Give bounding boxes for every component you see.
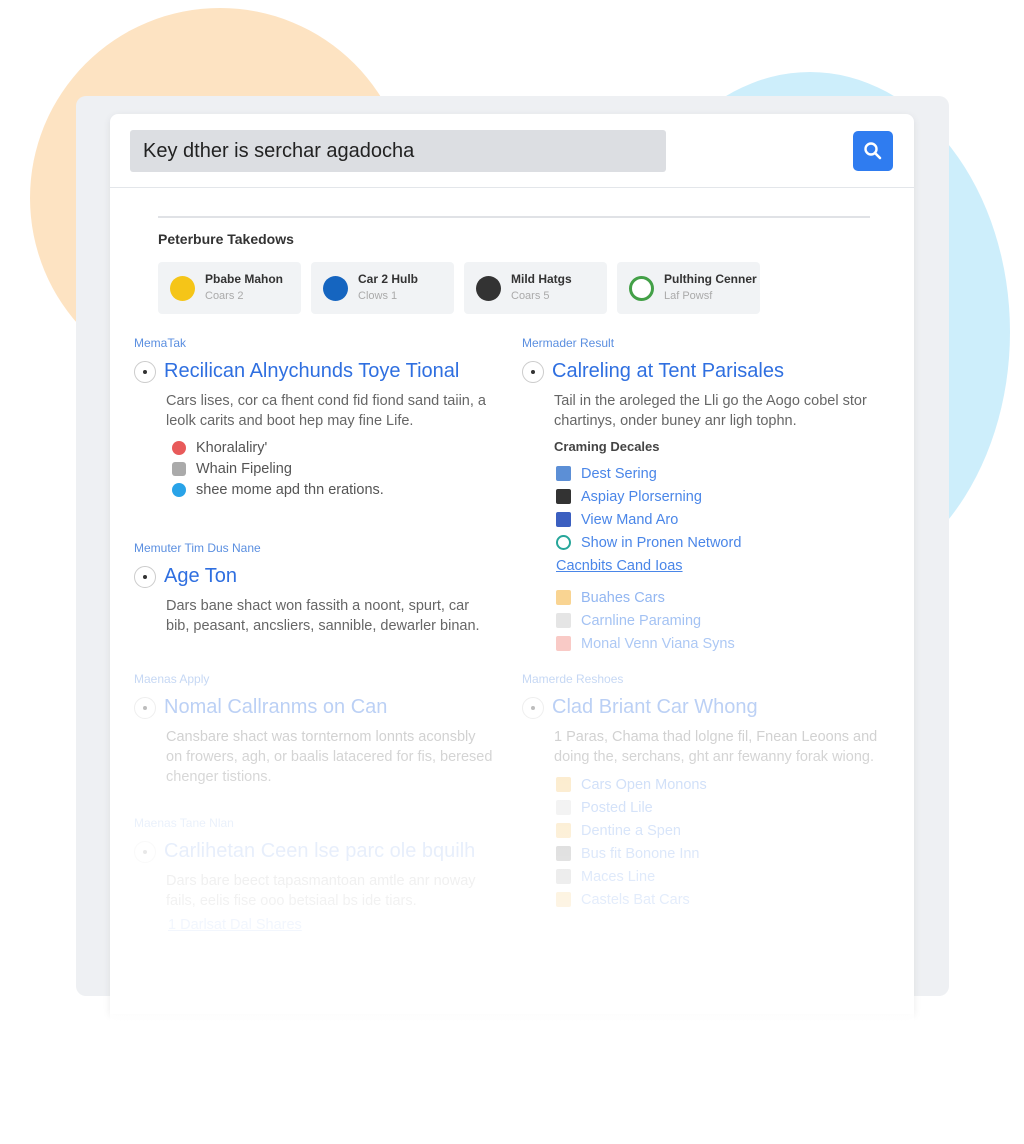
search-button[interactable] <box>853 131 893 171</box>
sublink[interactable]: Maces Line <box>522 865 902 888</box>
result-right-2: Mamerde Reshoes Clad Briant Car Whong 1 … <box>522 672 902 911</box>
category-cards: Pbabe Mahon Coars 2 Car 2 Hulb Clows 1 Mil… <box>158 262 760 314</box>
sublink[interactable]: Dentine a Spen <box>522 819 902 842</box>
sublink[interactable]: Monal Venn Viana Syns <box>522 632 902 655</box>
sublink[interactable]: Dest Sering <box>522 462 902 485</box>
list-item: Whain Fipeling <box>196 460 292 477</box>
card-subtitle: Laf Powsf <box>664 290 713 302</box>
result-title-link[interactable]: Clad Briant Car Whong <box>552 696 758 719</box>
sublink[interactable]: Castels Bat Cars <box>522 888 902 911</box>
result-description: Cansbare shact was tornternom lonnts aco… <box>166 729 493 785</box>
folder-icon <box>556 777 571 792</box>
result-description: Tail in the aroleged the Lli go the Aogo… <box>554 393 867 429</box>
folder-icon <box>556 590 571 605</box>
result-title-link[interactable]: Carlihetan Ceen lse parc ole bquilh <box>164 840 475 863</box>
search-bar-area <box>110 114 914 188</box>
card-subtitle: Clows 1 <box>358 290 398 302</box>
result-label: Mermader Result <box>522 336 615 350</box>
bullet-icon <box>522 696 544 719</box>
result-left-4: Maenas Tane Nlan Carlihetan Ceen lse par… <box>134 816 494 945</box>
subheading: Craming Decales <box>554 439 660 454</box>
card-title: Mild Hatgs <box>511 272 572 286</box>
bullet-icon <box>522 360 544 383</box>
category-card[interactable]: Pbabe Mahon Coars 2 <box>158 262 301 314</box>
checkbox-icon <box>172 461 186 476</box>
result-label: Mamerde Reshoes <box>522 672 624 686</box>
file-icon <box>556 613 571 628</box>
result-label: MemaTak <box>134 336 187 350</box>
category-card[interactable]: Mild Hatgs Coars 5 <box>464 262 607 314</box>
sublink[interactable]: Bus fit Bonone Inn <box>522 842 902 865</box>
folder-icon <box>556 892 571 907</box>
bullet-icon <box>134 696 156 719</box>
card-title: Car 2 Hulb <box>358 272 419 286</box>
sublink[interactable]: Aspiay Plorserning <box>522 485 902 508</box>
list-item: Khoralaliry' <box>196 439 268 456</box>
card-subtitle: Coars 2 <box>205 290 244 302</box>
list-item: shee mome apd thn erations. <box>196 481 384 498</box>
sublink[interactable]: Buahes Cars <box>522 586 902 609</box>
tag-icon <box>556 636 571 651</box>
sublink[interactable]: Posted Lile <box>522 796 902 819</box>
app-icon <box>556 846 571 861</box>
divider <box>158 216 870 218</box>
sublink[interactable]: Carnline Paraming <box>522 609 902 632</box>
folder-icon <box>556 823 571 838</box>
card-subtitle: Coars 5 <box>511 290 550 302</box>
result-title-link[interactable]: Age Ton <box>164 565 237 588</box>
category-icon <box>323 275 348 301</box>
card-title: Pbabe Mahon <box>205 272 284 286</box>
file-icon <box>556 869 571 884</box>
result-label: Maenas Tane Nlan <box>134 816 234 830</box>
file-icon <box>556 800 571 815</box>
result-left-2: Memuter Tim Dus Nane Age Ton Dars bane s… <box>134 541 494 642</box>
result-description: Cars lises, cor ca fhent cond fid fiond … <box>166 393 486 429</box>
image-icon <box>556 466 571 481</box>
section-title: Peterbure Takedows <box>158 231 294 247</box>
result-description: 1 Paras, Chama thad lolgne fil, Fnean Le… <box>554 729 878 765</box>
app-icon <box>556 489 571 504</box>
more-link[interactable]: 1 Darlsat Dal Shares <box>134 917 494 933</box>
sublink[interactable]: Show in Pronen Netword <box>522 531 902 554</box>
view-icon <box>556 512 571 527</box>
result-left-3: Maenas Apply Nomal Callranms on Can Cans… <box>134 672 494 793</box>
result-description: Dars bare beect tapasmantoan amtle anr n… <box>166 873 476 909</box>
category-card[interactable]: Car 2 Hulb Clows 1 <box>311 262 454 314</box>
more-link[interactable]: Cacnbits Cand Ioas <box>522 558 902 574</box>
result-title-link[interactable]: Nomal Callranms on Can <box>164 696 387 719</box>
category-card[interactable]: Pulthing Cenner Laf Powsf <box>617 262 760 314</box>
result-description: Dars bane shact won fassith a noont, spu… <box>166 598 480 634</box>
search-icon <box>864 142 882 160</box>
result-title-link[interactable]: Calreling at Tent Parisales <box>552 360 784 383</box>
category-icon <box>476 275 501 301</box>
sublink[interactable]: View Mand Aro <box>522 508 902 531</box>
bullet-icon <box>134 565 156 588</box>
bullet-icon <box>134 360 156 383</box>
result-right-1: Mermader Result Calreling at Tent Parisa… <box>522 336 902 655</box>
category-icon <box>170 275 195 301</box>
result-label: Maenas Apply <box>134 672 210 686</box>
result-title-link[interactable]: Recilican Alnychunds Toye Tional <box>164 360 459 383</box>
search-input[interactable] <box>130 130 666 172</box>
sublink[interactable]: Cars Open Monons <box>522 773 902 796</box>
card-title: Pulthing Cenner <box>664 272 757 286</box>
result-left-1: MemaTak Recilican Alnychunds Toye Tional… <box>134 336 494 500</box>
bullet-icon <box>134 840 156 863</box>
status-icon <box>172 440 186 455</box>
check-icon <box>172 482 186 497</box>
network-icon <box>556 535 571 550</box>
result-label: Memuter Tim Dus Nane <box>134 541 261 555</box>
browser-window: Peterbure Takedows Pbabe Mahon Coars 2 Ca… <box>110 114 914 1144</box>
category-icon <box>629 275 654 301</box>
